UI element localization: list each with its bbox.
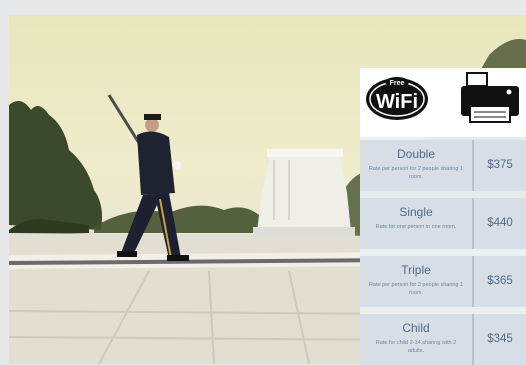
- rate-name: Double: [396, 147, 436, 161]
- printer-icon: [461, 72, 519, 123]
- rate-price: $375: [487, 159, 513, 171]
- svg-text:WiFi: WiFi: [376, 91, 418, 113]
- rate-description: Rate for child 2-14 sharing with 2 adult…: [375, 340, 457, 354]
- rate-description: Rate per person for 2 people sharing 1 r…: [368, 166, 464, 180]
- rates-panel: Free WiFi Double Rate per person for 2 p…: [360, 68, 526, 365]
- amenities-bar: Free WiFi: [360, 68, 526, 137]
- rate-name: Single: [399, 205, 433, 219]
- rate-price: $440: [487, 217, 513, 229]
- rate-price: $365: [487, 275, 513, 287]
- rate-info: Single Rate for one person in one room.: [360, 198, 474, 249]
- rate-info: Double Rate per person for 2 people shar…: [360, 140, 474, 191]
- rate-row-child[interactable]: Child Rate for child 2-14 sharing with 2…: [360, 314, 526, 365]
- rate-info: Triple Rate per person for 3 people shar…: [360, 256, 474, 307]
- rate-description: Rate for one person in one room.: [375, 224, 457, 230]
- svg-text:Free: Free: [390, 80, 405, 87]
- rate-price: $345: [487, 333, 513, 345]
- rate-row-double[interactable]: Double Rate per person for 2 people shar…: [360, 140, 526, 191]
- rate-row-triple[interactable]: Triple Rate per person for 3 people shar…: [360, 256, 526, 307]
- rate-info: Child Rate for child 2-14 sharing with 2…: [360, 314, 474, 365]
- rate-name: Triple: [401, 263, 431, 277]
- rate-name: Child: [402, 321, 430, 335]
- wifi-icon: Free WiFi: [366, 77, 428, 120]
- rate-row-single[interactable]: Single Rate for one person in one room. …: [360, 198, 526, 249]
- rate-description: Rate per person for 3 people sharing 1 r…: [368, 282, 464, 296]
